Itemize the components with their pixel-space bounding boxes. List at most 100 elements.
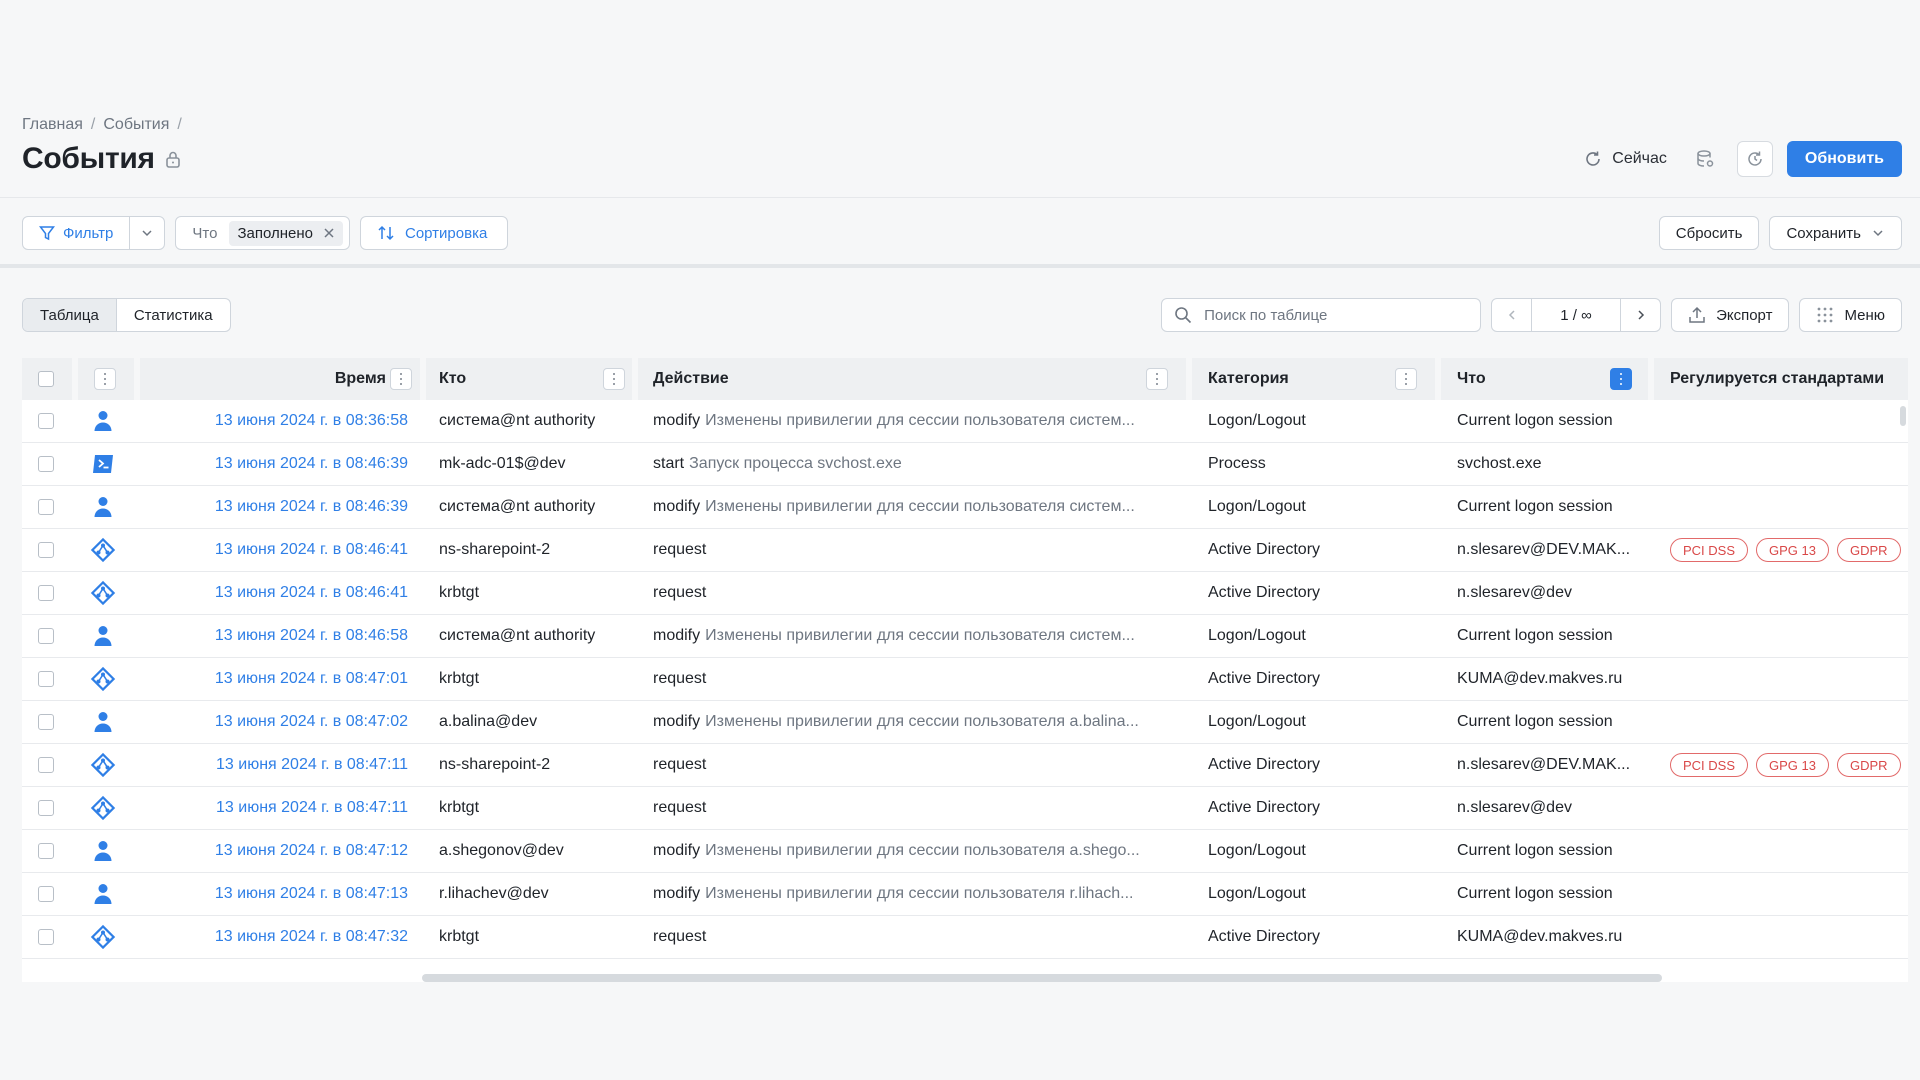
event-time-link[interactable]: 13 июня 2024 г. в 08:47:01 <box>140 658 408 700</box>
breadcrumb-events[interactable]: События <box>103 116 169 134</box>
action-description: Запуск процесса svchost.exe <box>689 455 902 472</box>
history-icon <box>1748 151 1762 166</box>
row-select-cell <box>38 873 54 915</box>
table-toolbar: Таблица Статистика 1 / ∞ <box>0 272 1920 352</box>
select-all-checkbox[interactable] <box>38 371 54 387</box>
page-title: События <box>22 142 155 175</box>
database-settings-button[interactable] <box>1687 141 1723 177</box>
tab-table[interactable]: Таблица <box>23 299 117 331</box>
breadcrumb-home[interactable]: Главная <box>22 116 83 134</box>
row-checkbox[interactable] <box>38 843 54 859</box>
filter-chip-key: Что <box>192 224 218 242</box>
filter-button[interactable]: Фильтр <box>23 217 131 249</box>
filter-dropdown-button[interactable] <box>130 217 164 249</box>
table-row[interactable]: 13 июня 2024 г. в 08:47:13 r.lihachev@dev… <box>22 873 1908 916</box>
table-row[interactable]: 13 июня 2024 г. в 08:47:11 ns-sharepoint-… <box>22 744 1908 787</box>
horizontal-scrollbar[interactable] <box>422 974 1662 982</box>
event-action: request <box>653 787 1193 829</box>
action-column-menu-button[interactable] <box>1146 368 1168 390</box>
row-checkbox[interactable] <box>38 671 54 687</box>
table-row[interactable]: 13 июня 2024 г. в 08:47:12 a.shegonov@dev… <box>22 830 1908 873</box>
row-checkbox[interactable] <box>38 585 54 601</box>
event-time-link[interactable]: 13 июня 2024 г. в 08:46:41 <box>140 572 408 614</box>
column-header-category[interactable]: Категория <box>1208 358 1289 400</box>
standard-badge: GDPR <box>1836 538 1901 562</box>
column-header-what[interactable]: Что <box>1457 358 1486 400</box>
table-row[interactable]: 13 июня 2024 г. в 08:47:02 a.balina@dev mo… <box>22 701 1908 744</box>
event-time-link[interactable]: 13 июня 2024 г. в 08:47:11 <box>140 744 408 786</box>
row-checkbox[interactable] <box>38 886 54 902</box>
row-checkbox[interactable] <box>38 542 54 558</box>
event-time-link[interactable]: 13 июня 2024 г. в 08:46:41 <box>140 529 408 571</box>
icon-column-menu-button[interactable] <box>94 368 116 390</box>
filter-icon <box>39 226 55 241</box>
next-page-button[interactable] <box>1620 299 1660 331</box>
standards-cell <box>1670 873 1908 915</box>
table-row[interactable]: 13 июня 2024 г. в 08:46:58 система@nt aut… <box>22 615 1908 658</box>
what-column-menu-button[interactable] <box>1610 368 1632 390</box>
event-time-link[interactable]: 13 июня 2024 г. в 08:36:58 <box>140 400 408 442</box>
auto-refresh-button[interactable] <box>1736 141 1773 177</box>
event-time-link[interactable]: 13 июня 2024 г. в 08:46:39 <box>140 443 408 485</box>
who-column-menu-button[interactable] <box>603 368 625 390</box>
row-checkbox[interactable] <box>38 800 54 816</box>
event-time-link[interactable]: 13 июня 2024 г. в 08:47:12 <box>140 830 408 872</box>
vertical-scrollbar[interactable] <box>1900 406 1906 426</box>
menu-button[interactable]: Меню <box>1799 298 1902 332</box>
time-column-menu-button[interactable] <box>390 368 412 390</box>
process-icon <box>78 443 128 485</box>
table-row[interactable]: 13 июня 2024 г. в 08:46:39 mk-adc-01$@dev… <box>22 443 1908 486</box>
database-settings-icon <box>1697 150 1714 167</box>
directory-icon <box>78 787 128 829</box>
save-button[interactable]: Сохранить <box>1769 216 1902 250</box>
reset-button[interactable]: Сбросить <box>1658 216 1760 250</box>
user-icon <box>78 400 128 442</box>
column-header-action[interactable]: Действие <box>653 358 729 400</box>
category-column-menu-button[interactable] <box>1395 368 1417 390</box>
table-row[interactable]: 13 июня 2024 г. в 08:47:11 krbtgt request A… <box>22 787 1908 830</box>
tab-statistics[interactable]: Статистика <box>117 299 230 331</box>
event-category: Logon/Logout <box>1208 842 1306 859</box>
table-row[interactable]: 13 июня 2024 г. в 08:47:32 krbtgt request A… <box>22 916 1908 959</box>
column-header-who[interactable]: Кто <box>439 358 466 400</box>
close-icon[interactable] <box>323 227 335 239</box>
event-time-link[interactable]: 13 июня 2024 г. в 08:47:13 <box>140 873 408 915</box>
active-filter-chip[interactable]: Что Заполнено <box>175 216 350 250</box>
event-what: Current logon session <box>1457 498 1613 515</box>
upload-icon <box>1689 306 1705 323</box>
events-table: Время Кто Действие Категория Что Регулир… <box>22 358 1908 982</box>
row-checkbox[interactable] <box>38 499 54 515</box>
event-time-link[interactable]: 13 июня 2024 г. в 08:46:58 <box>140 615 408 657</box>
table-row[interactable]: 13 июня 2024 г. в 08:46:39 система@nt aut… <box>22 486 1908 529</box>
event-who: r.lihachev@dev <box>439 885 549 902</box>
search-input[interactable] <box>1204 306 1465 324</box>
event-action: modify Изменены привилегии для сессии пол… <box>653 830 1193 872</box>
page-header: Главная / События / События Сейчас Обнов… <box>0 98 1920 198</box>
now-button[interactable]: Сейчас <box>1578 141 1673 177</box>
action-verb: modify <box>653 498 701 515</box>
row-checkbox[interactable] <box>38 714 54 730</box>
prev-page-button[interactable] <box>1492 299 1533 331</box>
row-checkbox[interactable] <box>38 628 54 644</box>
event-time-link[interactable]: 13 июня 2024 г. в 08:46:39 <box>140 486 408 528</box>
row-checkbox[interactable] <box>38 456 54 472</box>
row-checkbox[interactable] <box>38 757 54 773</box>
table-row[interactable]: 13 июня 2024 г. в 08:46:41 krbtgt request A… <box>22 572 1908 615</box>
export-button[interactable]: Экспорт <box>1671 298 1790 332</box>
event-what: n.slesarev@DEV.MAK... <box>1457 541 1631 558</box>
sort-button[interactable]: Сортировка <box>359 216 509 250</box>
table-row[interactable]: 13 июня 2024 г. в 08:36:58 система@nt aut… <box>22 400 1908 443</box>
event-time-link[interactable]: 13 июня 2024 г. в 08:47:11 <box>140 787 408 829</box>
row-checkbox[interactable] <box>38 929 54 945</box>
column-header-time[interactable]: Время <box>140 358 386 400</box>
column-header-standards[interactable]: Регулируется стандартами <box>1670 358 1884 400</box>
event-time-link[interactable]: 13 июня 2024 г. в 08:47:32 <box>140 916 408 958</box>
chevron-down-icon <box>1873 230 1883 237</box>
refresh-button[interactable]: Обновить <box>1786 141 1902 177</box>
table-row[interactable]: 13 июня 2024 г. в 08:47:01 krbtgt request A… <box>22 658 1908 701</box>
event-time-link[interactable]: 13 июня 2024 г. в 08:47:02 <box>140 701 408 743</box>
table-row[interactable]: 13 июня 2024 г. в 08:46:41 ns-sharepoint-… <box>22 529 1908 572</box>
event-what: n.slesarev@dev <box>1457 799 1572 816</box>
event-what: Current logon session <box>1457 713 1613 730</box>
row-checkbox[interactable] <box>38 413 54 429</box>
